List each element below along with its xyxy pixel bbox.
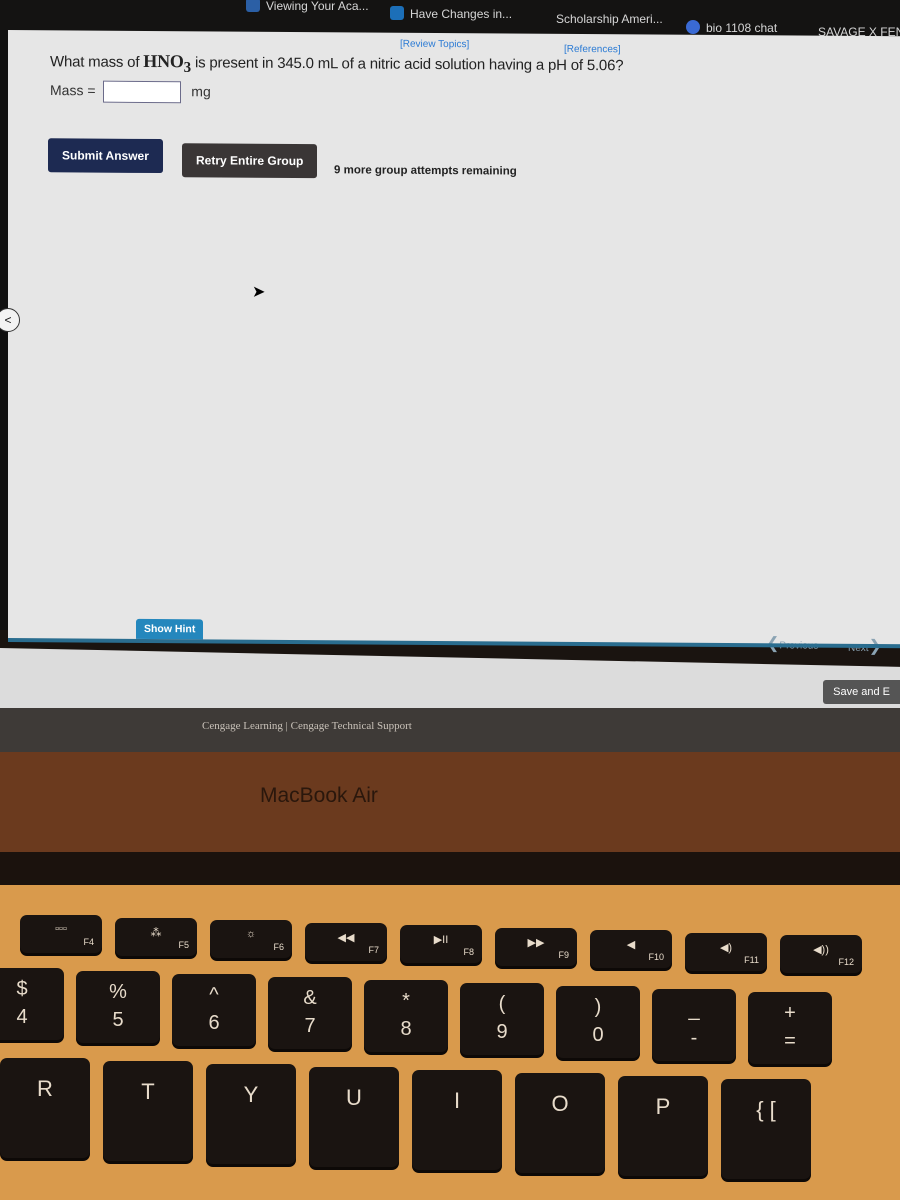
key-icon: ▫▫▫	[55, 923, 67, 935]
mass-answer-row: Mass = mg	[50, 80, 211, 104]
key-label: F11	[744, 954, 759, 965]
key-icon: ☼	[245, 928, 257, 940]
key-icon: ◀))	[813, 944, 829, 956]
key-label: =	[784, 1030, 796, 1052]
key-label: P	[655, 1094, 671, 1119]
key-f12[interactable]: ◀)) F12	[780, 935, 862, 973]
key-label: { [	[756, 1097, 776, 1122]
key-label: F8	[463, 947, 474, 957]
key-label: F5	[178, 939, 189, 950]
key-shift-label: (	[498, 993, 506, 1015]
bookmark-bio-chat[interactable]: bio 1108 chat	[686, 20, 777, 35]
key-4[interactable]: $4	[0, 968, 64, 1040]
key-label: F10	[648, 952, 664, 962]
key-icon: ▶▶	[527, 936, 545, 949]
bookmark-scholarship[interactable]: Scholarship Ameri...	[556, 12, 663, 26]
key-label: F4	[83, 937, 94, 947]
key-label: I	[453, 1088, 461, 1113]
key-icon: ◀◀	[337, 931, 355, 944]
kb-icon	[246, 0, 260, 12]
chevron-left-icon[interactable]: <	[0, 307, 20, 333]
key-f10[interactable]: ◀ F10	[590, 930, 672, 968]
key-icon: ▶II	[433, 934, 449, 946]
key-5[interactable]: % 5	[76, 971, 160, 1043]
key-label: 7	[304, 1015, 316, 1037]
key-p[interactable]: P	[618, 1076, 708, 1176]
doc-icon	[390, 6, 404, 20]
key-label: F7	[368, 944, 379, 955]
key-0[interactable]: ) 0	[556, 986, 640, 1058]
key-label: F9	[558, 949, 569, 960]
key-y[interactable]: Y	[206, 1064, 296, 1164]
key-shift-label: &	[303, 987, 317, 1009]
review-topics-link[interactable]: [Review Topics]	[400, 39, 469, 50]
key-r[interactable]: R	[0, 1058, 90, 1158]
key-label: 0	[592, 1024, 604, 1046]
save-and-exit-button[interactable]: Save and E	[823, 680, 900, 704]
key-shift-label: *	[402, 990, 410, 1012]
key-label: -	[690, 1027, 698, 1049]
key-i[interactable]: I	[412, 1070, 502, 1170]
chemical-formula: HNO3	[143, 50, 191, 76]
laptop-bezel	[0, 752, 900, 852]
key-label: 6	[208, 1012, 220, 1034]
key-t[interactable]: T	[103, 1061, 193, 1161]
key-f11[interactable]: ◀) F11	[685, 932, 767, 971]
key-shift-label: +	[784, 1002, 796, 1024]
mass-input[interactable]	[103, 80, 182, 104]
bookmark-have-changes[interactable]: Have Changes in...	[390, 6, 512, 21]
question-page: < [Review Topics] [References] What mass…	[0, 29, 900, 655]
bookmark-viewing-your-aca[interactable]: Viewing Your Aca...	[246, 0, 369, 13]
key-f5[interactable]: ⁂ F5	[115, 917, 197, 956]
key-shift-label: ^	[209, 984, 219, 1006]
key-8[interactable]: * 8	[364, 980, 448, 1052]
laptop-brand: MacBook Air	[260, 784, 378, 807]
key-7[interactable]: & 7	[268, 977, 352, 1049]
footer	[0, 708, 900, 752]
key-label: F12	[838, 957, 854, 967]
submit-answer-button[interactable]: Submit Answer	[48, 138, 163, 174]
show-hint-button[interactable]: Show Hint	[136, 618, 204, 640]
key-label: 8	[400, 1018, 412, 1040]
retry-entire-group-button[interactable]: Retry Entire Group	[182, 143, 318, 179]
key-label: T	[141, 1079, 155, 1104]
key-label: U	[346, 1085, 362, 1110]
mouse-cursor-icon: ➤	[252, 283, 266, 301]
key-bracket[interactable]: { [	[721, 1079, 811, 1179]
key-label: 9	[496, 1021, 508, 1043]
key-f9[interactable]: ▶▶ F9	[495, 927, 577, 966]
key-icon: ⁂	[150, 926, 162, 939]
key-label: R	[37, 1076, 53, 1101]
key-9[interactable]: (9	[460, 983, 544, 1055]
chat-icon	[686, 20, 700, 34]
key-u[interactable]: U	[309, 1067, 399, 1167]
key--[interactable]: _ -	[652, 989, 736, 1061]
key-shift-label: )	[594, 996, 602, 1018]
key-6[interactable]: ^ 6	[172, 974, 256, 1046]
key-label: F6	[273, 942, 284, 952]
key-shift-label: $	[16, 978, 28, 1000]
question-text: What mass of HNO3 is present in 345.0 mL…	[50, 50, 624, 76]
key-f7[interactable]: ◀◀ F7	[305, 922, 387, 961]
key-icon: ◀)	[719, 941, 733, 954]
key-shift-label: %	[109, 981, 127, 1003]
key-label: 5	[112, 1009, 124, 1031]
key-label: O	[551, 1091, 569, 1116]
key-f6[interactable]: ☼ F6	[210, 920, 292, 958]
footer-links[interactable]: Cengage Learning | Cengage Technical Sup…	[202, 720, 412, 732]
key-icon: ◀	[626, 939, 636, 951]
mass-label: Mass =	[50, 81, 96, 99]
key-label: 4	[16, 1006, 28, 1028]
key-=[interactable]: + =	[748, 992, 832, 1064]
mass-unit: mg	[191, 82, 211, 100]
key-o[interactable]: O	[515, 1073, 605, 1173]
attempts-remaining: 9 more group attempts remaining	[334, 164, 517, 178]
key-label: Y	[243, 1082, 259, 1107]
key-shift-label: _	[688, 999, 700, 1021]
key-f8[interactable]: ▶II F8	[400, 925, 482, 963]
key-f4[interactable]: ▫▫▫ F4	[20, 915, 102, 953]
